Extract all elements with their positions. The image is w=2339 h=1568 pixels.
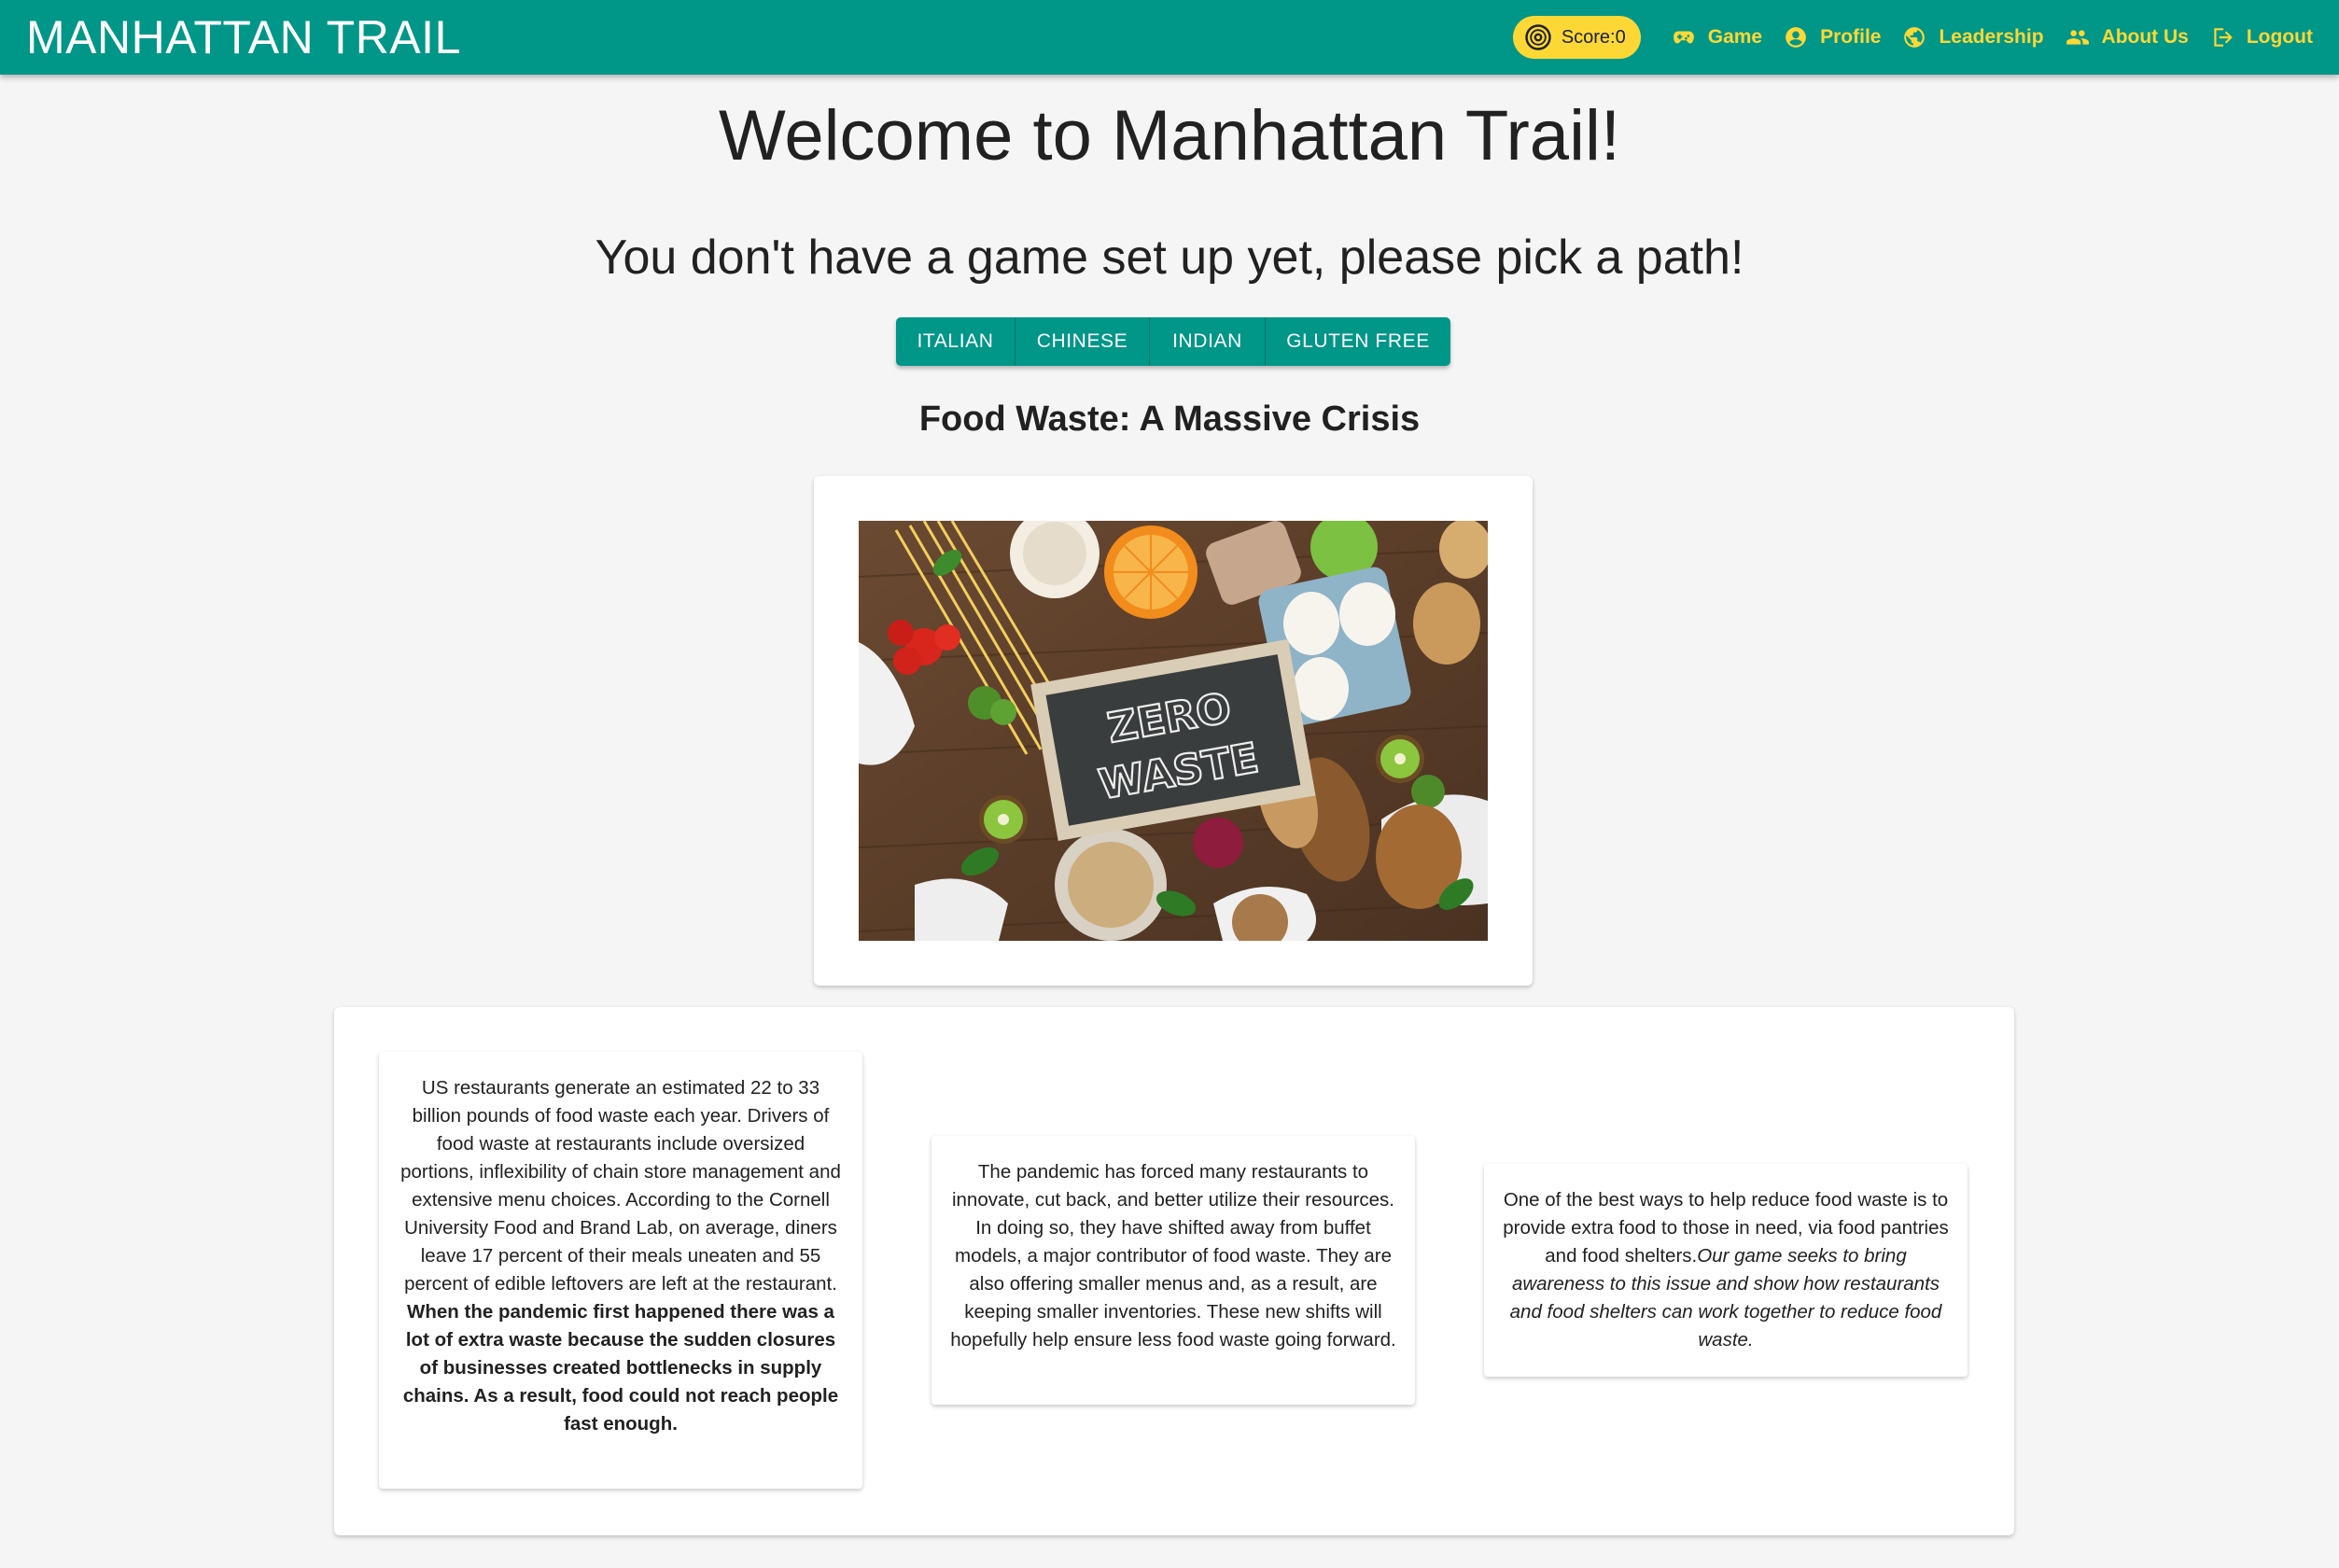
account-circle-icon	[1783, 24, 1809, 50]
card-text: The pandemic has forced many restaurants…	[950, 1161, 1396, 1351]
nav-label: About Us	[2101, 26, 2189, 48]
nav-about-us[interactable]: About Us	[2065, 24, 2189, 50]
gluten-free-path-button[interactable]: GLUTEN FREE	[1266, 317, 1450, 366]
nav-label: Leadership	[1939, 26, 2044, 48]
nav-game[interactable]: Game	[1671, 24, 1762, 50]
nav-leadership[interactable]: Leadership	[1901, 24, 2044, 50]
app-brand[interactable]: MANHATTAN TRAIL	[26, 10, 461, 64]
italian-path-button[interactable]: ITALIAN	[896, 317, 1015, 366]
nav-label: Game	[1707, 26, 1763, 48]
info-card-reduce-waste: One of the best ways to help reduce food…	[1484, 1164, 1968, 1377]
nav-logout[interactable]: Logout	[2209, 24, 2313, 50]
chinese-path-button[interactable]: CHINESE	[1015, 317, 1150, 366]
card-text: US restaurants generate an estimated 22 …	[400, 1077, 841, 1295]
zero-waste-photo: ZERO WASTE	[859, 521, 1488, 941]
target-icon	[1522, 21, 1554, 53]
top-nav: Score:0 Game Profile Leadership About Us	[1512, 0, 2313, 75]
image-card: ZERO WASTE	[814, 476, 1533, 986]
nav-label: Logout	[2246, 26, 2313, 48]
logout-icon	[2209, 24, 2235, 50]
path-button-group: ITALIAN CHINESE INDIAN GLUTEN FREE	[896, 317, 1450, 366]
globe-icon	[1901, 24, 1927, 50]
gamepad-icon	[1671, 24, 1697, 50]
nav-label: Profile	[1820, 26, 1882, 48]
info-card-restaurant-waste: US restaurants generate an estimated 22 …	[379, 1052, 862, 1489]
info-card-pandemic: The pandemic has forced many restaurants…	[931, 1136, 1415, 1405]
card-bold-text: When the pandemic first happened there w…	[402, 1301, 839, 1435]
score-chip[interactable]: Score:0	[1512, 16, 1641, 59]
people-icon	[2065, 24, 2091, 50]
nav-profile[interactable]: Profile	[1783, 24, 1881, 50]
score-label: Score:0	[1561, 26, 1626, 48]
page-title: Welcome to Manhattan Trail!	[719, 96, 1620, 175]
app-bar: MANHATTAN TRAIL Score:0 Game Profile Lea…	[0, 0, 2339, 75]
indian-path-button[interactable]: INDIAN	[1150, 317, 1266, 366]
section-heading: Food Waste: A Massive Crisis	[918, 399, 1421, 439]
info-panel: US restaurants generate an estimated 22 …	[334, 1007, 2014, 1535]
page-subtitle: You don't have a game set up yet, please…	[595, 231, 1744, 285]
